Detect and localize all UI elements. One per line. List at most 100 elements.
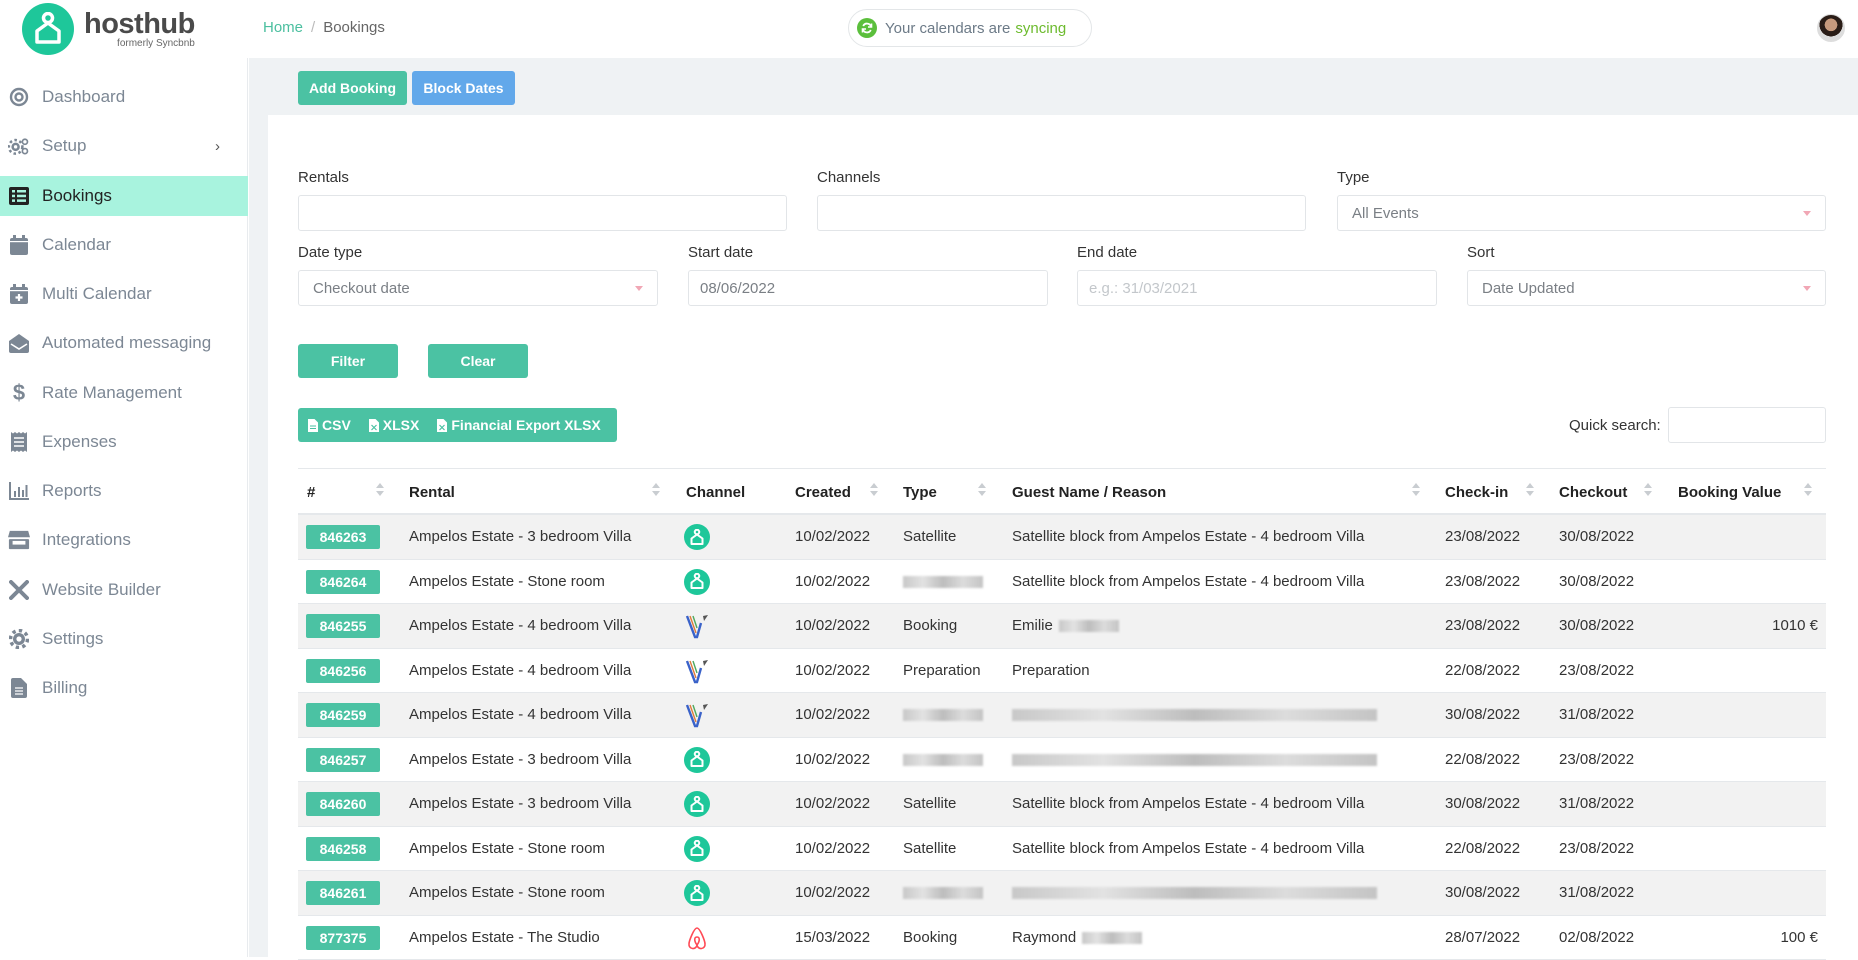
sort-icon[interactable] bbox=[376, 483, 384, 499]
table-row[interactable]: 877375 Ampelos Estate - The Studio 15/03… bbox=[298, 916, 1826, 960]
redacted-text bbox=[1012, 754, 1377, 766]
column-header-checkout[interactable]: Checkout bbox=[1559, 484, 1627, 501]
table-row[interactable]: 846255 Ampelos Estate - 4 bedroom Villa … bbox=[298, 604, 1826, 649]
sort-icon[interactable] bbox=[1804, 483, 1812, 499]
booking-id-badge[interactable]: 846263 bbox=[306, 525, 380, 549]
table-row[interactable]: 846257 Ampelos Estate - 3 bedroom Villa … bbox=[298, 738, 1826, 783]
booking-id-badge[interactable]: 846261 bbox=[306, 881, 380, 905]
end-date-input[interactable]: e.g.: 31/03/2021 bbox=[1077, 270, 1437, 306]
filter-button[interactable]: Filter bbox=[298, 344, 398, 378]
redacted-text bbox=[1012, 887, 1377, 899]
rental-cell: Ampelos Estate - 3 bedroom Villa bbox=[409, 795, 631, 812]
table-row[interactable]: 846264 Ampelos Estate - Stone room 10/02… bbox=[298, 560, 1826, 605]
sidebar: Dashboard Setup › Bookings Calendar Mult… bbox=[0, 58, 248, 957]
sidebar-item-label: Billing bbox=[42, 678, 87, 698]
column-header-booking-value[interactable]: Booking Value bbox=[1678, 484, 1781, 501]
block-dates-button[interactable]: Block Dates bbox=[412, 71, 515, 105]
export-csv-button[interactable]: CSV bbox=[308, 417, 351, 433]
sidebar-item-label: Calendar bbox=[42, 235, 111, 255]
type-select[interactable]: All Events bbox=[1337, 195, 1826, 231]
type-cell: Preparation bbox=[903, 662, 981, 679]
add-booking-button[interactable]: Add Booking bbox=[298, 71, 407, 105]
booking-id-badge[interactable]: 846260 bbox=[306, 792, 380, 816]
sidebar-item-setup[interactable]: Setup › bbox=[0, 126, 248, 166]
rental-cell: Ampelos Estate - Stone room bbox=[409, 840, 605, 857]
column-header-id[interactable]: # bbox=[307, 484, 315, 501]
sidebar-item-dashboard[interactable]: Dashboard bbox=[0, 77, 248, 117]
sync-status-pill[interactable]: Your calendars are syncing bbox=[848, 9, 1092, 47]
checkout-cell: 31/08/2022 bbox=[1559, 795, 1634, 812]
booking-value-cell: 1010 € bbox=[1772, 617, 1818, 634]
export-button-group: CSV XLSX Financial Export XLSX bbox=[298, 408, 617, 442]
checkout-cell: 30/08/2022 bbox=[1559, 528, 1634, 545]
start-date-label: Start date bbox=[688, 244, 753, 261]
sidebar-item-website-builder[interactable]: Website Builder bbox=[0, 570, 248, 610]
sidebar-item-label: Settings bbox=[42, 629, 103, 649]
user-avatar[interactable] bbox=[1817, 14, 1845, 42]
logo[interactable]: hosthub formerly Syncbnb bbox=[22, 0, 195, 58]
sidebar-item-reports[interactable]: Reports bbox=[0, 471, 248, 511]
table-row[interactable]: 846258 Ampelos Estate - Stone room 10/02… bbox=[298, 827, 1826, 872]
type-label: Type bbox=[1337, 169, 1370, 186]
sort-select-value: Date Updated bbox=[1482, 280, 1575, 297]
sidebar-item-billing[interactable]: Billing bbox=[0, 668, 248, 708]
sort-icon[interactable] bbox=[870, 483, 878, 499]
start-date-input[interactable]: 08/06/2022 bbox=[688, 270, 1048, 306]
type-cell: Satellite bbox=[903, 840, 956, 857]
table-row[interactable]: 846256 Ampelos Estate - 4 bedroom Villa … bbox=[298, 649, 1826, 694]
guest-cell bbox=[1012, 751, 1377, 768]
column-header-rental[interactable]: Rental bbox=[409, 484, 455, 501]
booking-id-badge[interactable]: 877375 bbox=[306, 926, 380, 950]
sort-icon[interactable] bbox=[1412, 483, 1420, 499]
booking-id-badge[interactable]: 846255 bbox=[306, 614, 380, 638]
checkout-cell: 23/08/2022 bbox=[1559, 751, 1634, 768]
sidebar-item-calendar[interactable]: Calendar bbox=[0, 225, 248, 265]
sidebar-item-automated-messaging[interactable]: Automated messaging bbox=[0, 323, 248, 363]
booking-id-badge[interactable]: 846256 bbox=[306, 659, 380, 683]
sort-select[interactable]: Date Updated bbox=[1467, 270, 1826, 306]
sidebar-item-settings[interactable]: Settings bbox=[0, 619, 248, 659]
booking-id-badge[interactable]: 846264 bbox=[306, 570, 380, 594]
column-header-checkin[interactable]: Check-in bbox=[1445, 484, 1508, 501]
checkout-cell: 31/08/2022 bbox=[1559, 706, 1634, 723]
export-xlsx-button[interactable]: XLSX bbox=[369, 417, 420, 433]
sort-icon[interactable] bbox=[1526, 483, 1534, 499]
column-header-created[interactable]: Created bbox=[795, 484, 851, 501]
table-row[interactable]: 846261 Ampelos Estate - Stone room 10/02… bbox=[298, 871, 1826, 916]
type-cell: Satellite bbox=[903, 795, 956, 812]
sort-icon[interactable] bbox=[978, 483, 986, 499]
sidebar-item-rate-management[interactable]: $ Rate Management bbox=[0, 373, 248, 413]
sidebar-item-bookings[interactable]: Bookings bbox=[0, 176, 248, 216]
sort-icon[interactable] bbox=[652, 483, 660, 499]
redacted-text bbox=[903, 576, 983, 588]
vrbo-channel-icon bbox=[684, 658, 710, 684]
column-header-guest[interactable]: Guest Name / Reason bbox=[1012, 484, 1166, 501]
sidebar-item-expenses[interactable]: Expenses bbox=[0, 422, 248, 462]
date-type-label: Date type bbox=[298, 244, 362, 261]
sidebar-item-multi-calendar[interactable]: Multi Calendar bbox=[0, 274, 248, 314]
breadcrumb-home-link[interactable]: Home bbox=[263, 19, 303, 36]
gear-icon bbox=[8, 628, 30, 650]
sidebar-item-integrations[interactable]: Integrations bbox=[0, 520, 248, 560]
checkout-cell: 23/08/2022 bbox=[1559, 662, 1634, 679]
rental-cell: Ampelos Estate - 3 bedroom Villa bbox=[409, 751, 631, 768]
booking-id-badge[interactable]: 846258 bbox=[306, 837, 380, 861]
created-cell: 10/02/2022 bbox=[795, 617, 870, 634]
rentals-input[interactable] bbox=[298, 195, 787, 231]
booking-id-badge[interactable]: 846259 bbox=[306, 703, 380, 727]
booking-id-badge[interactable]: 846257 bbox=[306, 748, 380, 772]
type-cell bbox=[903, 751, 983, 768]
export-csv-label: CSV bbox=[322, 417, 351, 433]
table-row[interactable]: 846260 Ampelos Estate - 3 bedroom Villa … bbox=[298, 782, 1826, 827]
financial-export-button[interactable]: Financial Export XLSX bbox=[437, 417, 600, 433]
channels-input[interactable] bbox=[817, 195, 1306, 231]
date-type-select[interactable]: Checkout date bbox=[298, 270, 658, 306]
quick-search-input[interactable] bbox=[1668, 407, 1826, 443]
sort-icon[interactable] bbox=[1644, 483, 1652, 499]
column-header-type[interactable]: Type bbox=[903, 484, 937, 501]
clear-button[interactable]: Clear bbox=[428, 344, 528, 378]
bar-chart-icon bbox=[8, 480, 30, 502]
table-row[interactable]: 846263 Ampelos Estate - 3 bedroom Villa … bbox=[298, 515, 1826, 560]
rental-cell: Ampelos Estate - Stone room bbox=[409, 573, 605, 590]
table-row[interactable]: 846259 Ampelos Estate - 4 bedroom Villa … bbox=[298, 693, 1826, 738]
